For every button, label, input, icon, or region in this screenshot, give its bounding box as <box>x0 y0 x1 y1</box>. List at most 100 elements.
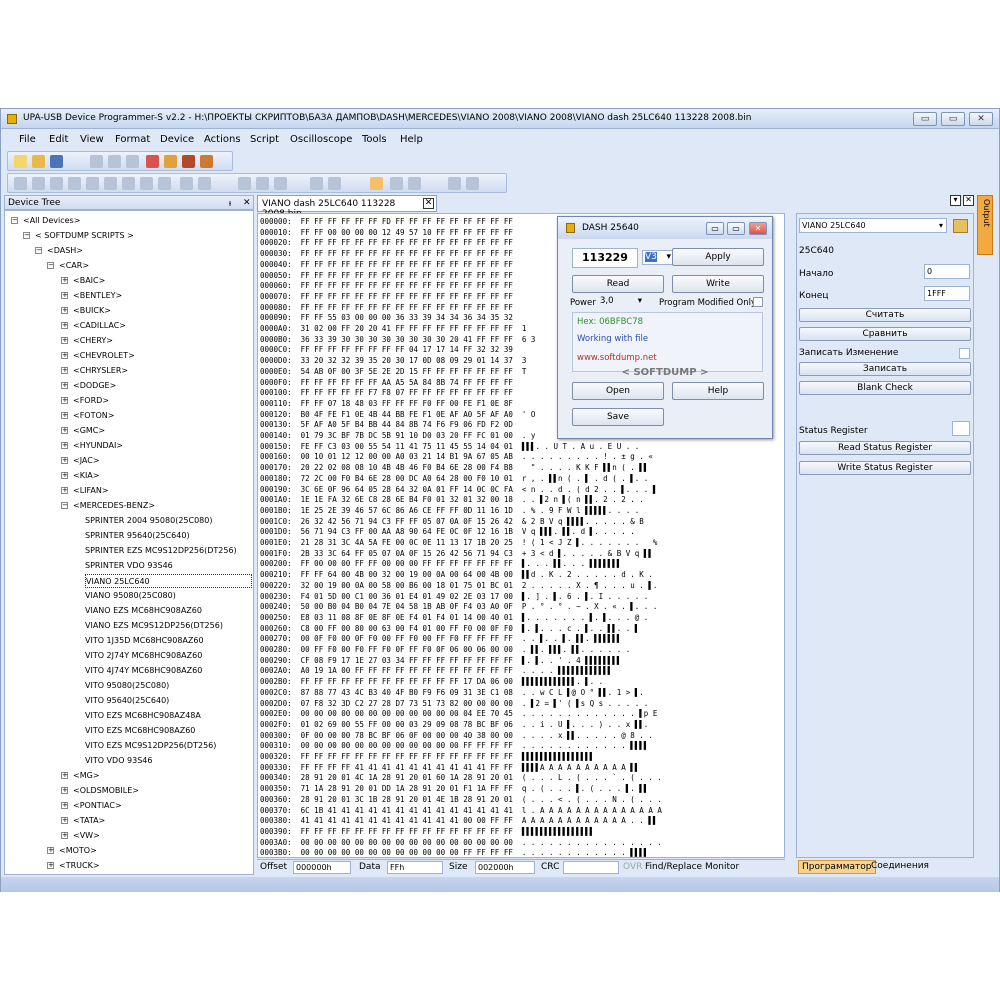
menu-edit[interactable]: Edit <box>49 134 68 145</box>
hex-row[interactable]: 0001D0: 56 71 94 C3 FF 00 AA A8 90 64 FE… <box>260 526 635 537</box>
tree-node[interactable]: + <GMC> <box>61 424 105 438</box>
hex-row[interactable]: 000020: FF FF FF FF FF FF FF FF FF FF FF… <box>260 237 513 248</box>
hex-row[interactable]: 000170: 20 22 02 08 08 10 4B 4B 46 F0 B4… <box>260 462 648 473</box>
hex-row[interactable]: 000070: FF FF FF FF FF FF FF FF FF FF FF… <box>260 291 513 302</box>
start-field[interactable]: 0 <box>924 264 970 279</box>
hex-row[interactable]: 000030: FF FF FF FF FF FF FF FF FF FF FF… <box>260 248 513 259</box>
code-field[interactable]: 113229 <box>572 248 638 268</box>
hex-row[interactable]: 000340: 28 91 20 01 4C 1A 28 91 20 01 60… <box>260 772 662 783</box>
hex-row[interactable]: 0003B0: 00 00 00 00 00 00 00 00 00 00 00… <box>260 847 648 857</box>
hex-row[interactable]: 000010: FF FF 00 00 00 00 12 49 57 10 FF… <box>260 227 513 238</box>
hex-row[interactable]: 0000A0: 31 02 00 FF 20 20 41 FF FF FF FF… <box>260 323 526 334</box>
close-icon[interactable]: ✕ <box>243 198 251 208</box>
expand-icon[interactable]: + <box>61 412 68 419</box>
collapse-icon[interactable]: − <box>35 247 42 254</box>
expand-icon[interactable]: + <box>61 352 68 359</box>
find-replace-button[interactable]: Find/Replace <box>645 862 702 872</box>
read-status-button[interactable]: Read Status Register <box>799 441 971 455</box>
expand-icon[interactable]: + <box>61 472 68 479</box>
tree-leaf-selected[interactable]: VIANO 25LC640 <box>85 574 252 588</box>
tree-node[interactable]: + <MG> <box>61 769 100 783</box>
expand-icon[interactable]: + <box>61 382 68 389</box>
tree-leaf[interactable]: VITO EZS MC9S12DP256(DT256) <box>85 739 216 753</box>
tool-icon[interactable] <box>198 177 211 190</box>
hex-row[interactable]: 0002A0: A0 19 1A 00 FF FF FF FF FF FF FF… <box>260 665 612 676</box>
close-button[interactable]: ✕ <box>969 112 993 126</box>
tool-icon[interactable] <box>32 177 45 190</box>
tool-icon[interactable] <box>140 177 153 190</box>
expand-icon[interactable]: + <box>47 847 54 854</box>
tool-icon[interactable] <box>390 177 403 190</box>
play-icon[interactable] <box>448 177 461 190</box>
tree-leaf[interactable]: VITO EZS MC68HC908AZ48A <box>85 709 201 723</box>
hex-row[interactable]: 0002D0: 07 F8 32 3D C2 27 28 D7 73 51 73… <box>260 698 648 709</box>
expand-icon[interactable]: + <box>61 397 68 404</box>
menu-tools[interactable]: Tools <box>362 134 387 145</box>
tree-node[interactable]: + <BUICK> <box>61 304 111 318</box>
write-change-checkbox[interactable] <box>959 348 970 359</box>
tree-node[interactable]: − <DASH> <box>35 244 83 258</box>
tree-node[interactable]: − < SOFTDUMP SCRIPTS > <box>23 229 134 243</box>
apply-button[interactable]: Apply <box>672 248 764 266</box>
hex-row[interactable]: 0002C0: 87 88 77 43 4C B3 40 4F B0 F9 F6… <box>260 687 644 698</box>
tree-node[interactable]: + <FOTON> <box>61 409 114 423</box>
expand-icon[interactable]: + <box>61 367 68 374</box>
hex-row[interactable]: 0000E0: 54 AB 0F 00 3F 5E 2E 2D 15 FF FF… <box>260 366 526 377</box>
tree-leaf[interactable]: VITO VDO 93S46 <box>85 754 152 768</box>
tool-icon[interactable] <box>14 177 27 190</box>
version-select[interactable]: V3 ▾ <box>642 250 674 265</box>
write-status-button[interactable]: Write Status Register <box>799 461 971 475</box>
hex-row[interactable]: 000050: FF FF FF FF FF FF FF FF FF FF FF… <box>260 270 513 281</box>
expand-icon[interactable]: + <box>61 277 68 284</box>
hex-row[interactable]: 000390: FF FF FF FF FF FF FF FF FF FF FF… <box>260 826 594 837</box>
expand-icon[interactable]: + <box>61 487 68 494</box>
tree-leaf[interactable]: VIANO EZS MC68HC908AZ60 <box>85 604 202 618</box>
expand-icon[interactable]: + <box>61 427 68 434</box>
hex-row[interactable]: 000360: 28 91 20 01 3C 1B 28 91 20 01 4E… <box>260 794 662 805</box>
collapse-icon[interactable]: − <box>61 502 68 509</box>
document-tab[interactable]: VIANO dash 25LC640 113228 2008.bin ✕ <box>257 195 437 219</box>
hex-row[interactable]: 000380: 41 41 41 41 41 41 41 41 41 41 41… <box>260 815 657 826</box>
tree-node[interactable]: + <MOTO> <box>47 844 97 858</box>
compare-button[interactable]: Сравнить <box>799 327 971 341</box>
hex-row[interactable]: 0002E0: 00 00 00 00 00 00 00 00 00 00 00… <box>260 708 657 719</box>
collapse-icon[interactable]: − <box>11 217 18 224</box>
expand-icon[interactable]: + <box>61 457 68 464</box>
tool-icon[interactable] <box>90 155 103 168</box>
tool-icon[interactable] <box>238 177 251 190</box>
tree-node[interactable]: + <LIFAN> <box>61 484 109 498</box>
tool-icon[interactable] <box>126 155 139 168</box>
tool-icon[interactable] <box>104 177 117 190</box>
expand-icon[interactable]: + <box>61 817 68 824</box>
save-icon[interactable] <box>50 155 63 168</box>
hex-row[interactable]: 000260: C8 00 FF 00 80 00 63 00 F4 01 00… <box>260 623 639 634</box>
tree-node[interactable]: − <MERCEDES-BENZ> <box>61 499 155 513</box>
hex-row[interactable]: 000330: FF FF FF FF 41 41 41 41 41 41 41… <box>260 762 639 773</box>
tree-node[interactable]: + <CHERY> <box>61 334 113 348</box>
collapse-icon[interactable]: − <box>23 232 30 239</box>
hex-row[interactable]: 0001E0: 21 28 31 3C 4A 5A FE 00 0C 0E 11… <box>260 537 657 548</box>
hex-row[interactable]: 000140: 01 79 3C BF 7B DC 5B 91 10 D0 03… <box>260 430 535 441</box>
close-tab-icon[interactable]: ✕ <box>423 198 434 209</box>
write-button[interactable]: Записать <box>799 362 971 376</box>
tree-node[interactable]: + <CHEVROLET> <box>61 349 135 363</box>
read-button[interactable]: Read <box>572 275 664 293</box>
tree-leaf[interactable]: VITO 1J35D MC68HC908AZ60 <box>85 634 204 648</box>
hex-row[interactable]: 0001A0: 1E 1E FA 32 6E C8 28 6E B4 F0 01… <box>260 494 644 505</box>
hex-row[interactable]: 000000: FF FF FF FF FF FF FD FF FF FF FF… <box>260 216 513 227</box>
menu-file[interactable]: File <box>19 134 36 145</box>
tool-icon[interactable] <box>180 177 193 190</box>
menu-format[interactable]: Format <box>115 134 150 145</box>
minimize-button[interactable]: ▭ <box>913 112 937 126</box>
menu-oscilloscope[interactable]: Oscilloscope <box>290 134 352 145</box>
menu-help[interactable]: Help <box>400 134 423 145</box>
hex-row[interactable]: 0002B0: FF FF FF FF FF FF FF FF FF FF FF… <box>260 676 603 687</box>
tree-node[interactable]: + <OLDSMOBILE> <box>61 784 139 798</box>
tree-leaf[interactable]: VITO EZS MC68HC908AZ60 <box>85 724 195 738</box>
hex-row[interactable]: 000350: 71 1A 28 91 20 01 DD 1A 28 91 20… <box>260 783 648 794</box>
hex-row[interactable]: 0002F0: 01 02 69 00 55 FF 00 00 03 29 09… <box>260 719 648 730</box>
output-tab[interactable]: Output <box>977 195 993 255</box>
tree-leaf[interactable]: SPRINTER VDO 93S46 <box>85 559 173 573</box>
hex-row[interactable]: 0003A0: 00 00 00 00 00 00 00 00 00 00 00… <box>260 837 662 848</box>
dialog-maximize-button[interactable]: ▭ <box>727 222 745 235</box>
